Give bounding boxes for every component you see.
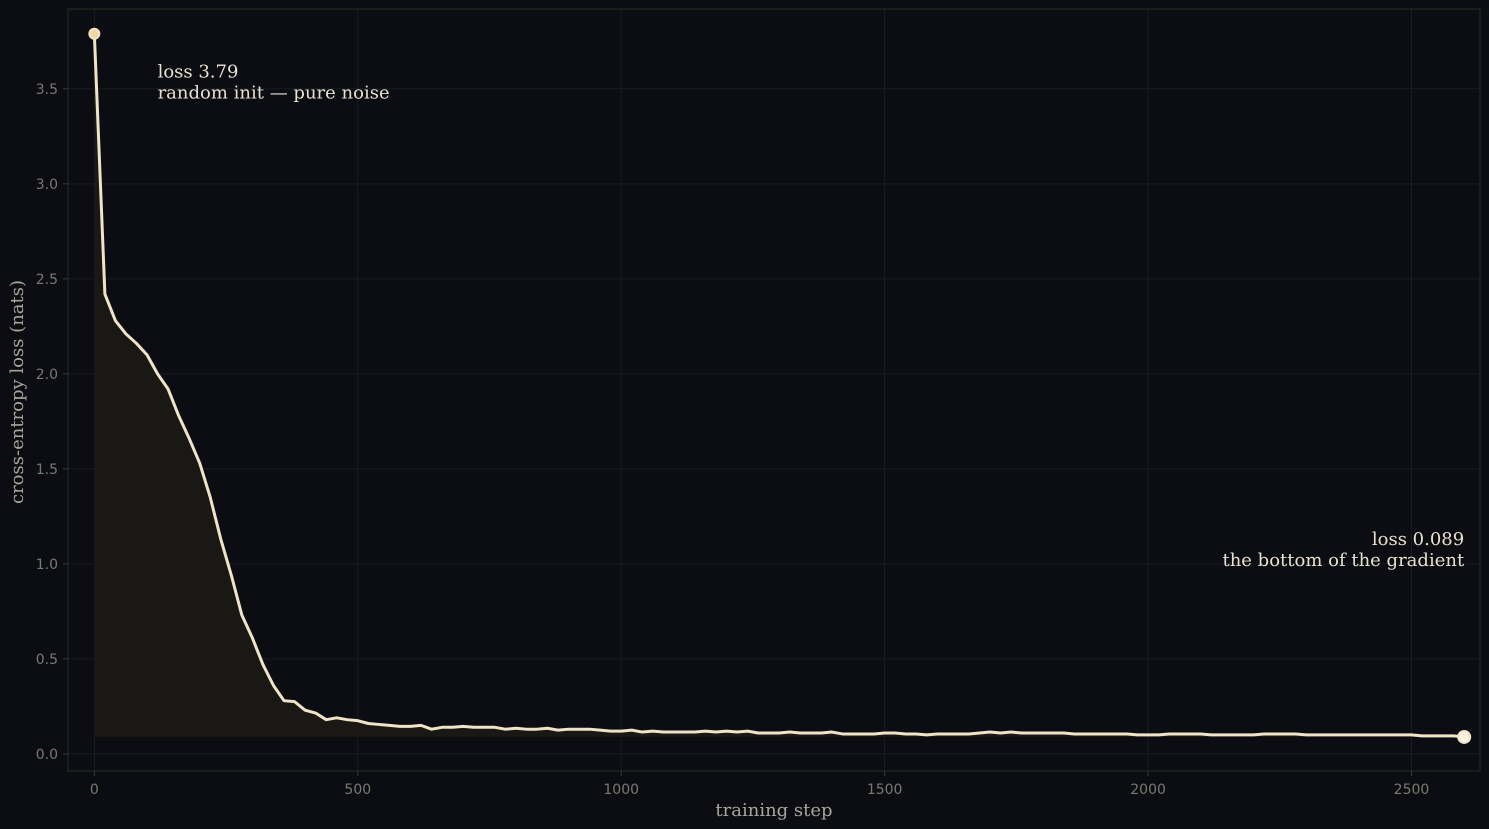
y-tick-label: 0.0 (36, 747, 58, 763)
annotation-line: loss 0.089 (1372, 529, 1464, 550)
y-tick-label: 1.0 (36, 557, 58, 573)
end-point-marker (1457, 729, 1472, 744)
annotation-line: the bottom of the gradient (1222, 550, 1464, 571)
y-axis-label: cross-entropy loss (nats) (7, 280, 28, 504)
y-tick-label: 1.5 (36, 462, 58, 478)
x-tick-label: 0 (90, 782, 99, 798)
y-tick-label: 3.5 (36, 82, 58, 98)
x-tick-label: 1000 (603, 782, 639, 798)
start-point-marker (88, 27, 101, 40)
loss-chart: 0 500 1000 1500 2000 2500 0.0 0.5 1.0 1.5 2.0 2.5 3… (0, 0, 1489, 829)
x-axis-label: training step (715, 800, 832, 821)
y-tick-label: 0.5 (36, 652, 58, 668)
annotation-line: loss 3.79 (158, 61, 239, 82)
x-tick-label: 2500 (1394, 782, 1430, 798)
x-tick-label: 1500 (867, 782, 903, 798)
x-tick-label: 2000 (1130, 782, 1166, 798)
x-tick-label: 500 (344, 782, 371, 798)
y-tick-label: 2.0 (36, 367, 58, 383)
y-tick-label: 2.5 (36, 272, 58, 288)
annotation-line: random init — pure noise (158, 82, 390, 103)
y-tick-label: 3.0 (36, 177, 58, 193)
